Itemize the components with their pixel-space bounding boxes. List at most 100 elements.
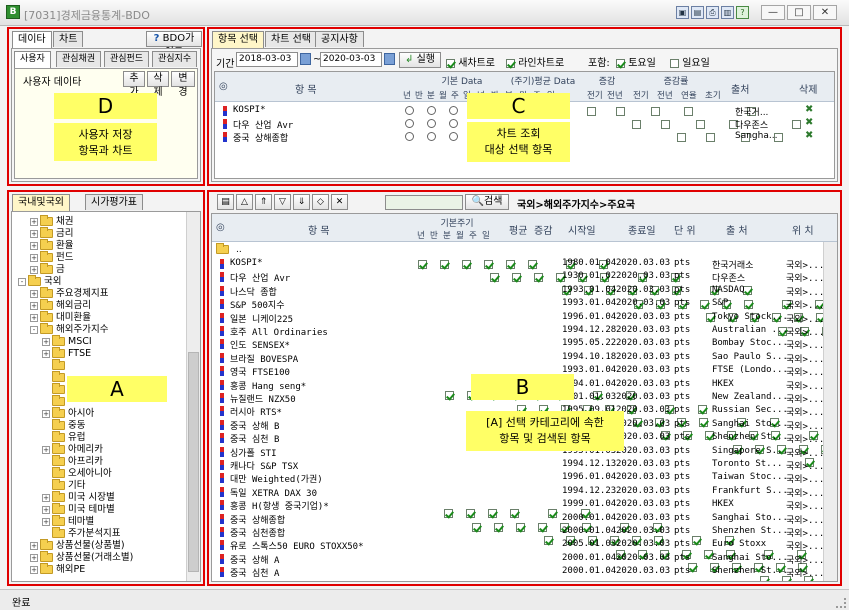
- expand-toggle-icon[interactable]: +: [30, 553, 38, 562]
- tree-item[interactable]: - 해외주가지수: [30, 323, 108, 336]
- expand-toggle-icon[interactable]: +: [30, 217, 38, 226]
- grid-row-name[interactable]: 싱가폴 STI: [230, 446, 277, 459]
- period-radio[interactable]: [427, 132, 436, 141]
- period-checkbox[interactable]: [484, 259, 493, 269]
- tree-item[interactable]: + 테마별: [42, 515, 94, 528]
- resize-grip[interactable]: [836, 598, 846, 608]
- tab-data[interactable]: 데이타: [12, 31, 52, 48]
- option-checkbox[interactable]: [684, 106, 693, 116]
- tree-scrollbar[interactable]: [186, 212, 200, 581]
- list-tool-button[interactable]: △: [236, 194, 253, 210]
- grid-row-name[interactable]: 중국 상해 B: [230, 419, 279, 432]
- expand-toggle-icon[interactable]: +: [42, 445, 50, 454]
- period-radio[interactable]: [405, 132, 414, 141]
- expand-toggle-icon[interactable]: +: [30, 241, 38, 250]
- date-to-input[interactable]: 2020-03-03: [320, 52, 382, 67]
- grid-row-name[interactable]: 브라질 BOVESPA: [230, 352, 298, 365]
- delete-row-icon[interactable]: ✖: [805, 117, 813, 128]
- period-radio[interactable]: [449, 106, 458, 115]
- expand-toggle-icon[interactable]: +: [42, 409, 50, 418]
- grid-row-name[interactable]: 중국 상해종합: [230, 513, 285, 526]
- list-tool-button[interactable]: ✕: [331, 194, 348, 210]
- option-checkbox[interactable]: [587, 106, 596, 116]
- option-checkbox[interactable]: [632, 119, 641, 129]
- bdo-guide-button[interactable]: ? BDO가이드: [146, 31, 202, 58]
- new-chart-checkbox[interactable]: [446, 58, 455, 68]
- period-checkbox[interactable]: [462, 259, 471, 269]
- saturday-option[interactable]: 토요일: [616, 54, 656, 69]
- grid-row-name[interactable]: 중국 심천 B: [230, 432, 279, 445]
- grid-row-name[interactable]: 호주 All Ordinaries: [230, 325, 328, 338]
- calendar-from-icon[interactable]: [300, 53, 311, 65]
- grid-row-name[interactable]: 인도 SENSEX*: [230, 338, 290, 351]
- option-checkbox[interactable]: [616, 106, 625, 116]
- subtab-fav-fund[interactable]: 관심펀드: [104, 51, 150, 67]
- grid-scrollbar[interactable]: [823, 242, 837, 581]
- option-checkbox[interactable]: [661, 119, 670, 129]
- period-checkbox[interactable]: [444, 509, 453, 519]
- expand-toggle-icon[interactable]: +: [30, 265, 38, 274]
- tree-item[interactable]: 주가분석지표: [42, 527, 120, 540]
- tab-domestic-foreign[interactable]: 국내및국외: [12, 194, 70, 211]
- tree-item[interactable]: + 채권: [30, 215, 73, 228]
- expand-toggle-icon[interactable]: +: [42, 505, 50, 514]
- minimize-button[interactable]: —: [761, 5, 785, 20]
- grid-row-name[interactable]: 러시아 RTS*: [230, 405, 282, 418]
- subtab-fav-bond[interactable]: 관심채권: [56, 51, 102, 67]
- grid-row-name[interactable]: 홍콩 Hang seng*: [230, 379, 306, 392]
- period-radio[interactable]: [449, 132, 458, 141]
- period-checkbox[interactable]: [544, 536, 553, 546]
- run-button[interactable]: ↲ 실행: [399, 52, 441, 68]
- period-radio[interactable]: [449, 119, 458, 128]
- period-checkbox[interactable]: [538, 522, 547, 532]
- close-button[interactable]: ✕: [813, 5, 837, 20]
- tree-item[interactable]: 기타: [42, 479, 85, 492]
- period-checkbox[interactable]: [506, 259, 515, 269]
- list-tool-button[interactable]: ▽: [274, 194, 291, 210]
- option-checkbox[interactable]: [792, 119, 801, 129]
- expand-toggle-icon[interactable]: +: [30, 229, 38, 238]
- grid-row-name[interactable]: 홍콩 H(항생 중국기업)*: [230, 499, 329, 512]
- expand-toggle-icon[interactable]: +: [30, 301, 38, 310]
- tree-item[interactable]: + 금리: [30, 227, 73, 240]
- period-checkbox[interactable]: [760, 576, 769, 581]
- tab-mark-to-market[interactable]: 시가평가표: [85, 194, 143, 210]
- grid-row-name[interactable]: 캐나다 S&P TSX: [230, 459, 298, 472]
- period-checkbox[interactable]: [516, 522, 525, 532]
- period-radio[interactable]: [405, 106, 414, 115]
- expand-toggle-icon[interactable]: -: [18, 277, 26, 286]
- grid-row-name[interactable]: 중국 상해 A: [230, 553, 279, 566]
- sunday-checkbox[interactable]: [670, 58, 679, 68]
- calendar-to-icon[interactable]: [384, 53, 395, 65]
- period-checkbox[interactable]: [466, 509, 475, 519]
- add-button[interactable]: 추가: [123, 71, 145, 98]
- expand-toggle-icon[interactable]: +: [30, 253, 38, 262]
- grid-row-name[interactable]: 일본 니케이225: [230, 312, 293, 325]
- delete-row-icon[interactable]: ✖: [805, 104, 813, 115]
- delete-row-icon[interactable]: ✖: [805, 130, 813, 141]
- tree-item[interactable]: 유럽: [42, 431, 85, 444]
- grid-row-name[interactable]: 유로 스톡스50 EURO STOXX50*: [230, 539, 364, 552]
- subtab-fav-index[interactable]: 관심지수: [152, 51, 198, 67]
- period-checkbox[interactable]: [510, 509, 519, 519]
- subtab-user[interactable]: 사용자: [14, 51, 51, 68]
- edit-button[interactable]: 변경: [171, 71, 195, 98]
- period-checkbox[interactable]: [472, 522, 481, 532]
- grid-row-name[interactable]: 영국 FTSE100: [230, 365, 290, 378]
- option-checkbox[interactable]: [677, 132, 686, 142]
- tab-chart-select[interactable]: 차트 선택: [265, 31, 317, 47]
- grid-row-name[interactable]: 뉴질랜드 NZX50: [230, 392, 296, 405]
- tree-scroll-thumb[interactable]: [188, 352, 199, 572]
- grid-settings-icon[interactable]: ◎: [216, 222, 225, 233]
- tab-chart[interactable]: 차트: [53, 31, 84, 47]
- period-checkbox[interactable]: [692, 536, 701, 546]
- period-checkbox[interactable]: [494, 522, 503, 532]
- expand-toggle-icon[interactable]: +: [30, 313, 38, 322]
- period-checkbox[interactable]: [534, 272, 543, 282]
- toolbar-print-icon[interactable]: ⎙: [706, 6, 719, 19]
- line-chart-checkbox[interactable]: [506, 58, 515, 68]
- tree-item[interactable]: + 아시아: [42, 407, 94, 420]
- period-checkbox[interactable]: [744, 299, 753, 309]
- tree-item[interactable]: 중동: [42, 419, 85, 432]
- expand-toggle-icon[interactable]: +: [42, 337, 50, 346]
